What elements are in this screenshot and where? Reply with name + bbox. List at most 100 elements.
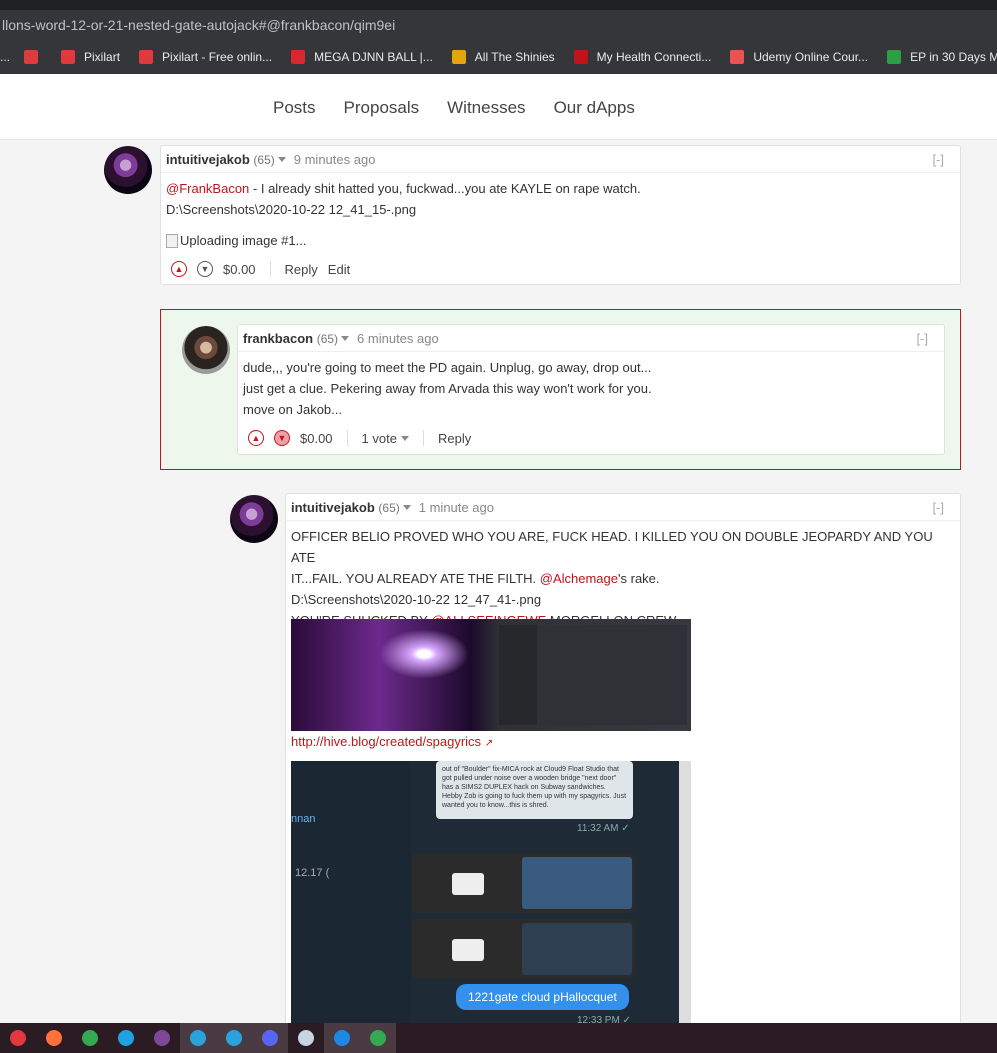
comment-body: dude,,, you're going to meet the PD agai… (238, 352, 944, 420)
sent-message: 1221gate cloud pHallocquet (456, 984, 629, 1010)
bookmark-label: EP in 30 Days Mast... (910, 50, 997, 64)
address-bar[interactable]: llons-word-12-or-21-nested-gate-autojack… (0, 10, 997, 40)
bookmark-label: MEGA DJNN BALL |... (314, 50, 433, 64)
comment-header: intuitivejakob (65) 1 minute ago [-] (286, 494, 960, 521)
message-time: 12:33 PM ✓ (577, 1015, 631, 1023)
discord-icon (262, 1030, 278, 1046)
comment-text: D:\Screenshots\2020-10-22 12_47_41-.png (291, 592, 542, 607)
app-icon (334, 1030, 350, 1046)
timestamp[interactable]: 1 minute ago (419, 500, 494, 515)
scrollbar[interactable] (679, 761, 691, 1023)
udemy-icon (730, 50, 745, 64)
caret-down-icon[interactable] (402, 505, 411, 511)
reply-button[interactable]: Reply (285, 262, 318, 277)
edge-icon (118, 1030, 134, 1046)
image-message (412, 853, 635, 913)
taskbar-button[interactable] (108, 1023, 144, 1053)
broken-image-icon (166, 233, 178, 248)
embedded-screenshot-image[interactable] (291, 619, 691, 731)
link-text[interactable]: http://hive.blog/created/spagyrics (291, 734, 481, 749)
taskbar-button[interactable] (216, 1023, 252, 1053)
bookmark-item[interactable]: ... (0, 50, 47, 64)
heart-icon (61, 50, 76, 64)
nav-dapps[interactable]: Our dApps (554, 98, 635, 118)
telegram-icon (226, 1030, 242, 1046)
embedded-chat-screenshot[interactable]: nnan 12.17 ( out of "Boulder" fix-MICA r… (291, 761, 691, 1023)
taskbar-button[interactable] (72, 1023, 108, 1053)
collapse-toggle[interactable]: [-] (916, 325, 928, 352)
nav-proposals[interactable]: Proposals (344, 98, 420, 118)
bookmark-item[interactable]: MEGA DJNN BALL |... (291, 50, 433, 64)
downvote-icon[interactable]: ▼ (274, 430, 290, 446)
reply-button[interactable]: Reply (438, 431, 471, 446)
bookmark-item[interactable]: Pixilart (61, 50, 120, 64)
nav-posts[interactable]: Posts (273, 98, 316, 118)
upvote-icon[interactable]: ▲ (248, 430, 264, 446)
external-link-icon: ↗ (484, 738, 494, 749)
author-name[interactable]: intuitivejakob (166, 152, 250, 167)
message-time: 11:32 AM ✓ (577, 823, 630, 834)
comment-header: intuitivejakob (65) 9 minutes ago [-] (161, 146, 960, 173)
chrome-icon (370, 1030, 386, 1046)
taskbar-button[interactable] (0, 1023, 36, 1053)
image-message (412, 919, 635, 979)
author-name[interactable]: frankbacon (243, 331, 313, 346)
chat-list-pane (291, 761, 411, 1023)
comment-thread: intuitivejakob (65) 9 minutes ago [-] @Fr… (0, 140, 997, 1023)
vote-count[interactable]: 1 vote (362, 431, 397, 446)
upvote-icon[interactable]: ▲ (171, 261, 187, 277)
chat-date-fragment: 12.17 ( (295, 867, 330, 879)
edit-button[interactable]: Edit (328, 262, 350, 277)
reputation: (65) (378, 501, 400, 515)
comment-card: intuitivejakob (65) 9 minutes ago [-] @Fr… (160, 145, 961, 285)
taskbar-button[interactable] (144, 1023, 180, 1053)
avatar[interactable] (182, 326, 230, 374)
image-thumbnail (522, 857, 632, 909)
bookmark-label: All The Shinies (474, 50, 555, 64)
bookmark-item[interactable]: My Health Connecti... (573, 50, 711, 64)
divider (346, 430, 348, 446)
caret-down-icon[interactable] (400, 435, 409, 441)
bookmark-item[interactable]: Pixilart - Free onlin... (139, 50, 272, 64)
payout[interactable]: $0.00 (223, 262, 256, 277)
caret-down-icon[interactable] (341, 336, 350, 342)
mention-link[interactable]: @Alchemage (540, 571, 618, 586)
telegram-icon (190, 1030, 206, 1046)
comment-text: move on Jakob... (243, 402, 342, 417)
bookmark-item[interactable]: Udemy Online Cour... (730, 50, 868, 64)
chrome-icon (82, 1030, 98, 1046)
app-sidebar (499, 625, 537, 725)
browser-top-strip (0, 0, 997, 10)
bookmark-item[interactable]: EP in 30 Days Mast... (887, 50, 997, 64)
timestamp[interactable]: 6 minutes ago (357, 331, 439, 346)
comment-footer: ▲ ▼ $0.00 1 vote Reply (248, 423, 471, 453)
taskbar-button[interactable] (288, 1023, 324, 1053)
mention-link[interactable]: @FrankBacon (166, 181, 249, 196)
caret-down-icon[interactable] (277, 157, 286, 163)
taskbar-button[interactable] (360, 1023, 396, 1053)
external-link[interactable]: http://hive.blog/created/spagyrics ↗ (291, 734, 493, 749)
avatar[interactable] (230, 495, 278, 543)
author-name[interactable]: intuitivejakob (291, 500, 375, 515)
bookmark-item[interactable]: All The Shinies (451, 50, 555, 64)
timestamp[interactable]: 9 minutes ago (294, 152, 376, 167)
galaxy-glow (379, 629, 469, 679)
collapse-toggle[interactable]: [-] (932, 146, 944, 173)
avatar[interactable] (104, 146, 152, 194)
taskbar-button[interactable] (180, 1023, 216, 1053)
taskbar-button[interactable] (36, 1023, 72, 1053)
comment-text: 's rake. (618, 571, 660, 586)
bookmark-label: Udemy Online Cour... (753, 50, 869, 64)
nav-witnesses[interactable]: Witnesses (447, 98, 525, 118)
heart-icon (139, 50, 154, 64)
image-thumbnail (522, 923, 632, 975)
downvote-icon[interactable]: ▼ (197, 261, 213, 277)
payout[interactable]: $0.00 (300, 431, 333, 446)
comment-body: @FrankBacon - I already shit hatted you,… (161, 173, 960, 251)
sticker-icon (452, 939, 484, 961)
taskbar-button[interactable] (252, 1023, 288, 1053)
collapse-toggle[interactable]: [-] (932, 494, 944, 521)
mega-icon (291, 50, 306, 64)
taskbar-button[interactable] (324, 1023, 360, 1053)
heart-icon (24, 50, 39, 64)
